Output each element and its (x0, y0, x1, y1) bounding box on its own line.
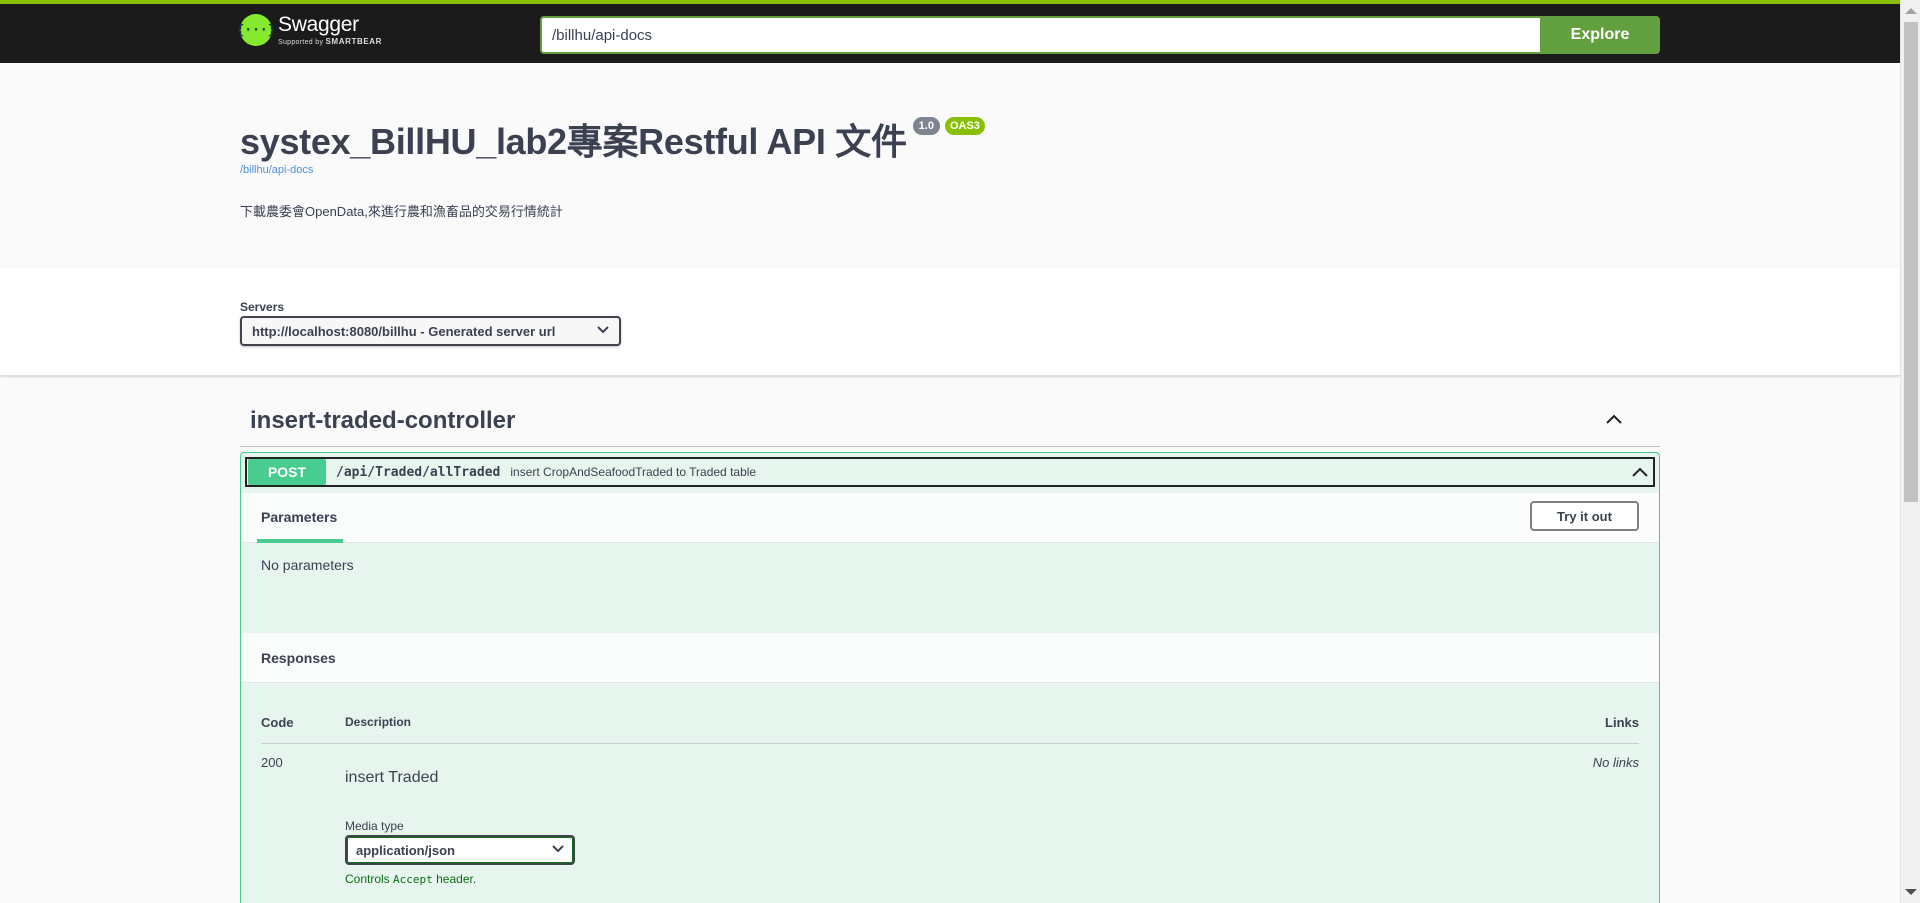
topbar: {···} Swagger Supported by SMARTBEAR Exp… (0, 0, 1900, 63)
column-header-code: Code (261, 715, 294, 730)
logo-supported-text: Supported by (278, 39, 324, 46)
responses-title: Responses (261, 650, 336, 666)
oas-badge: OAS3 (944, 117, 985, 135)
title-row: systex_BillHU_lab2專案Restful API 文件 1.0 O… (240, 113, 985, 165)
method-badge: POST (248, 459, 326, 485)
scroll-up-arrow-icon[interactable] (1905, 8, 1917, 14)
column-header-description: Description (345, 715, 412, 729)
info-section: systex_BillHU_lab2專案Restful API 文件 1.0 O… (0, 63, 1900, 268)
servers-label: Servers (240, 300, 285, 314)
responses-header: Responses (241, 633, 1659, 683)
media-type-select[interactable]: application/json (345, 835, 575, 865)
swagger-logo-icon: {···} (236, 14, 276, 46)
api-description: 下載農委會OpenData,來進行農和漁畜品的交易行情統計 (240, 204, 563, 219)
parameters-header: Parameters Try it out (241, 493, 1659, 543)
try-it-out-button[interactable]: Try it out (1530, 501, 1639, 531)
version-badge: 1.0 (912, 117, 940, 135)
chevron-down-icon (597, 325, 609, 337)
controller-header[interactable]: insert-traded-controller (240, 399, 1660, 447)
collapse-arrow-icon[interactable] (1629, 461, 1651, 483)
tab-parameters[interactable]: Parameters (261, 509, 337, 525)
media-type-value: application/json (356, 842, 455, 858)
media-type-label: Media type (345, 819, 404, 833)
logo-subtitle: Supported by SMARTBEAR (278, 37, 382, 46)
scroll-down-arrow-icon[interactable] (1905, 889, 1917, 895)
operation-summary[interactable]: POST /api/Traded/allTraded insert CropAn… (245, 457, 1655, 487)
operation-path: /api/Traded/allTraded (336, 464, 501, 480)
operation-block: POST /api/Traded/allTraded insert CropAn… (240, 452, 1660, 903)
chevron-down-icon (552, 844, 564, 856)
controls-code: Accept (393, 873, 433, 886)
api-url-input[interactable] (540, 16, 1540, 54)
servers-selected-value: http://localhost:8080/billhu - Generated… (252, 323, 556, 339)
collapse-arrow-icon[interactable] (1604, 409, 1624, 429)
api-docs-link[interactable]: /billhu/api-docs (240, 164, 313, 176)
logo-title: Swagger (278, 13, 359, 36)
response-description: insert Traded (345, 769, 439, 786)
column-header-links: Links (1605, 715, 1639, 730)
divider (261, 743, 1639, 744)
servers-section: Servers http://localhost:8080/billhu - G… (0, 268, 1900, 376)
page-title: systex_BillHU_lab2專案Restful API 文件 (240, 121, 907, 162)
logo-text: Swagger Supported by SMARTBEAR (278, 13, 382, 47)
tab-active-indicator (257, 539, 343, 543)
swagger-logo[interactable]: {···} Swagger Supported by SMARTBEAR (236, 13, 382, 47)
response-code: 200 (261, 755, 283, 770)
no-parameters-text: No parameters (261, 557, 354, 573)
response-links: No links (1592, 755, 1639, 770)
controls-suffix: header. (436, 872, 477, 886)
logo-brand-text: SMARTBEAR (325, 37, 383, 46)
controls-accept-note: Controls Accept header. (345, 872, 476, 886)
controller-title: insert-traded-controller (250, 407, 516, 434)
operation-description: insert CropAndSeafoodTraded to Traded ta… (510, 465, 757, 479)
scrollbar-thumb[interactable] (1904, 22, 1918, 502)
controls-prefix: Controls (345, 872, 390, 886)
servers-select[interactable]: http://localhost:8080/billhu - Generated… (240, 316, 621, 346)
vertical-scrollbar[interactable] (1900, 0, 1920, 903)
explore-button[interactable]: Explore (1540, 16, 1660, 54)
